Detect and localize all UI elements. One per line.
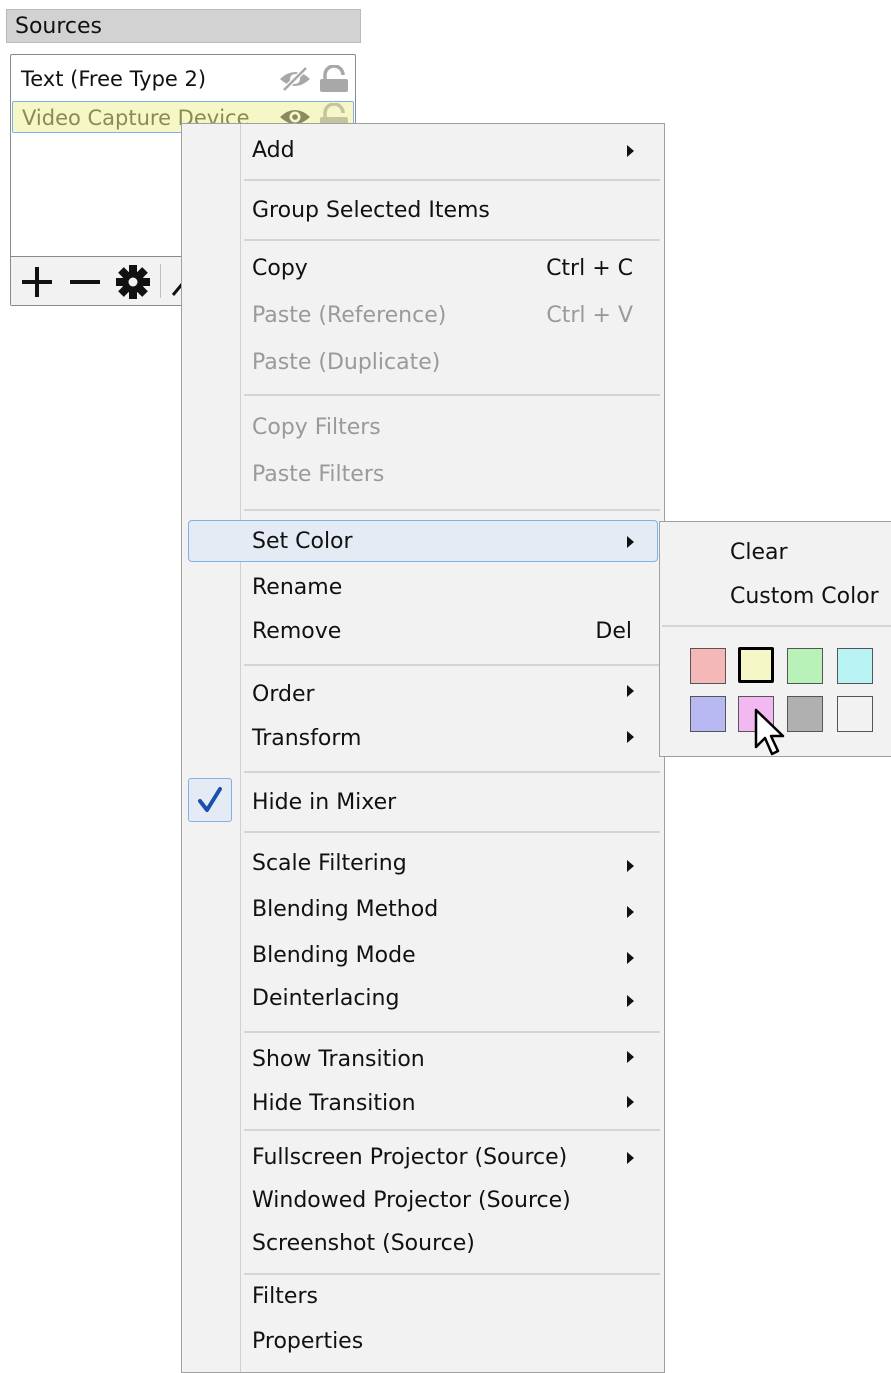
add-icon[interactable] [20,265,54,299]
submenu-arrow-icon [627,860,634,872]
submenu-item-custom-color[interactable]: Custom Color [730,579,879,615]
color-swatch-red[interactable] [690,648,726,684]
sources-dock-title: Sources [6,9,361,43]
submenu-arrow-icon [627,1152,634,1164]
menu-separator [244,1129,660,1131]
menu-separator [244,831,660,833]
menu-item-fullscreen-projector[interactable]: Fullscreen Projector (Source) [252,1138,632,1178]
menu-item-copy[interactable]: Copy Ctrl + C [252,249,633,289]
menu-separator [244,1031,660,1033]
menu-item-group-selected[interactable]: Group Selected Items [252,191,632,231]
submenu-arrow-icon [627,1051,634,1063]
menu-item-windowed-projector[interactable]: Windowed Projector (Source) [252,1181,632,1221]
menu-separator [662,625,891,627]
menu-item-blending-method[interactable]: Blending Method [252,890,632,930]
shortcut-copy: Ctrl + C [546,256,633,281]
source-context-menu: Add Group Selected Items Copy Ctrl + C P… [181,123,665,1373]
color-swatch-green[interactable] [787,648,823,684]
submenu-arrow-icon [627,995,634,1007]
remove-icon[interactable] [68,265,102,299]
color-swatch-yellow[interactable] [738,647,774,683]
menu-item-paste-duplicate[interactable]: Paste (Duplicate) [252,343,632,383]
lock-icon[interactable] [318,65,350,93]
submenu-arrow-icon [627,685,634,697]
submenu-arrow-icon [627,536,634,548]
gear-icon[interactable] [115,265,151,299]
submenu-arrow-icon [627,731,634,743]
menu-item-set-color[interactable]: Set Color [252,522,632,562]
menu-separator [244,179,660,181]
menu-item-copy-filters[interactable]: Copy Filters [252,408,632,448]
menu-item-filters[interactable]: Filters [252,1277,632,1317]
menu-item-scale-filtering[interactable]: Scale Filtering [252,844,632,884]
menu-item-hide-in-mixer[interactable]: Hide in Mixer [252,783,632,823]
color-swatch-white[interactable] [837,696,873,732]
color-swatch-blue[interactable] [690,696,726,732]
menu-gutter-divider [240,124,241,1372]
menu-item-order[interactable]: Order [252,675,632,715]
menu-item-blending-mode[interactable]: Blending Mode [252,936,632,976]
color-swatch-cyan[interactable] [837,648,873,684]
menu-separator [244,664,660,666]
shortcut-paste: Ctrl + V [546,303,633,328]
eye-slash-icon[interactable] [277,66,313,92]
menu-item-add[interactable]: Add [252,131,632,171]
toolbar-separator [160,264,161,298]
menu-item-transform[interactable]: Transform [252,719,632,759]
color-swatch-gray[interactable] [787,696,823,732]
submenu-arrow-icon [627,906,634,918]
checkmark-box [188,778,232,822]
menu-item-paste-filters[interactable]: Paste Filters [252,455,632,495]
checkmark-icon [198,787,222,812]
source-item-text[interactable]: Text (Free Type 2) [12,63,354,95]
source-item-label: Text (Free Type 2) [21,67,207,91]
menu-item-hide-transition[interactable]: Hide Transition [252,1084,632,1124]
menu-item-show-transition[interactable]: Show Transition [252,1040,632,1080]
menu-separator [244,239,660,241]
menu-item-properties[interactable]: Properties [252,1322,632,1362]
menu-item-rename[interactable]: Rename [252,568,632,608]
submenu-arrow-icon [627,1096,634,1108]
submenu-item-clear[interactable]: Clear [730,535,788,571]
submenu-arrow-icon [627,952,634,964]
menu-separator [244,509,660,511]
menu-item-remove[interactable]: Remove Del [252,612,632,652]
menu-separator [244,394,660,396]
mouse-cursor-icon [754,708,785,756]
menu-item-screenshot[interactable]: Screenshot (Source) [252,1224,632,1264]
submenu-arrow-icon [627,145,634,157]
menu-item-paste-reference[interactable]: Paste (Reference) Ctrl + V [252,296,633,336]
menu-item-deinterlacing[interactable]: Deinterlacing [252,979,632,1019]
menu-separator [244,771,660,773]
menu-separator [244,1273,660,1275]
shortcut-remove: Del [595,619,632,644]
